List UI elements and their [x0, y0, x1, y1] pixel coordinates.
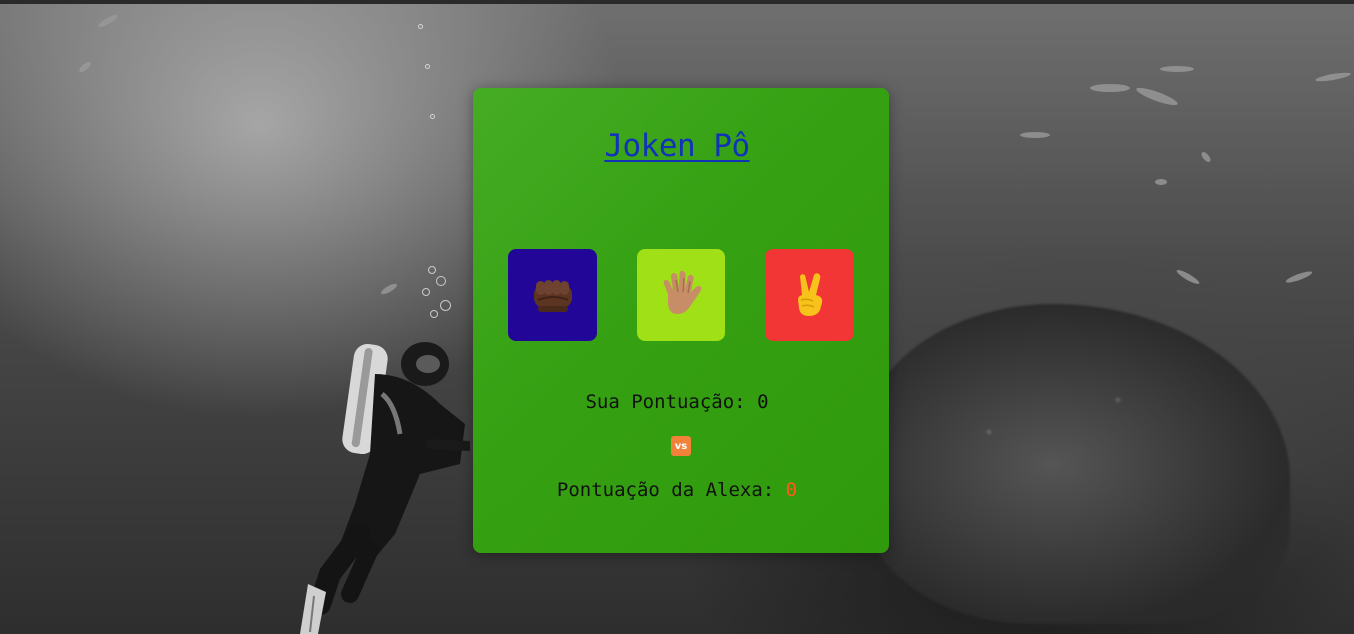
- bubble-decoration: [425, 64, 430, 69]
- alexa-score: Pontuação da Alexa: 0: [0, 479, 1354, 501]
- fish-decoration: [1155, 179, 1167, 185]
- bubble-decoration: [422, 288, 430, 296]
- bubble-decoration: [430, 310, 438, 318]
- player-score-label: Sua Pontuação:: [585, 391, 758, 413]
- fish-decoration: [379, 281, 399, 297]
- bubble-decoration: [428, 266, 436, 274]
- fish-decoration: [77, 60, 93, 74]
- scissors-choice-button[interactable]: [765, 249, 854, 341]
- alexa-score-value: 0: [785, 479, 798, 501]
- raised-hand-icon: [663, 270, 702, 314]
- fish-decoration: [1160, 66, 1194, 72]
- alexa-score-label: Pontuação da Alexa:: [556, 479, 786, 501]
- bubble-decoration: [418, 24, 423, 29]
- page-title-link[interactable]: Joken Pô: [0, 128, 1354, 164]
- bubble-decoration: [436, 276, 446, 286]
- fish-decoration: [96, 12, 120, 30]
- fish-decoration: [1175, 267, 1201, 287]
- victory-hand-icon: [797, 273, 822, 316]
- rock-choice-button[interactable]: [508, 249, 597, 341]
- paper-choice-button[interactable]: [637, 249, 725, 341]
- fish-decoration: [1090, 84, 1130, 92]
- fish-decoration: [1314, 70, 1352, 84]
- bubble-decoration: [430, 114, 435, 119]
- fish-decoration: [1134, 84, 1180, 109]
- player-score: Sua Pontuação: 0: [0, 391, 1354, 413]
- player-score-value: 0: [757, 391, 769, 413]
- background-rock: [860, 304, 1290, 624]
- bubble-decoration: [440, 300, 451, 311]
- vs-badge: vs: [671, 436, 691, 456]
- fish-decoration: [1284, 269, 1314, 285]
- fist-icon: [533, 280, 572, 312]
